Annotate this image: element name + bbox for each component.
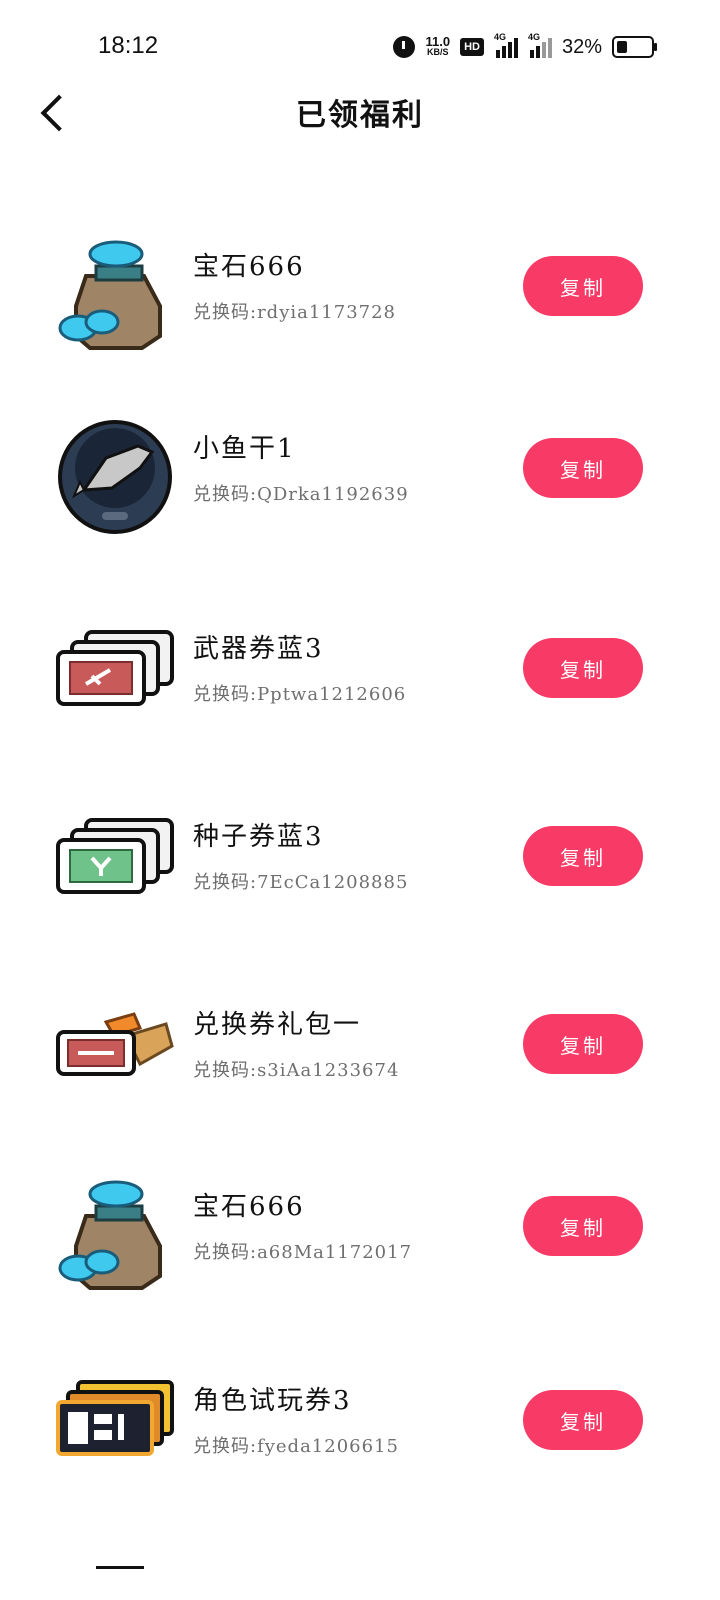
item-code: 兑换码:fyeda1206615 <box>193 1436 399 1457</box>
net-speed-unit: KB/S <box>427 47 449 57</box>
item-name: 角色试玩券3 <box>193 1386 352 1416</box>
alarm-icon <box>393 36 416 58</box>
net-speed: 11.0 KB/S <box>425 34 451 58</box>
item-code: 兑换码:QDrka1192639 <box>193 484 409 505</box>
list-item: 宝石666 兑换码:a68Ma1172017 复制 <box>0 1176 720 1316</box>
gem-bag-icon <box>56 236 174 354</box>
copy-button[interactable]: 复制 <box>523 1014 643 1074</box>
copy-button[interactable]: 复制 <box>523 638 643 698</box>
copy-button[interactable]: 复制 <box>523 1196 643 1256</box>
seed-ticket-icon <box>56 806 174 924</box>
signal-1-icon: 4G <box>494 32 518 58</box>
item-name: 种子券蓝3 <box>193 822 324 852</box>
copy-button[interactable]: 复制 <box>523 438 643 498</box>
character-ticket-icon <box>56 1370 174 1488</box>
signal-1-label: 4G <box>493 32 506 42</box>
item-code: 兑换码:Pptwa1212606 <box>193 684 407 705</box>
signal-2-icon: 4G <box>528 32 552 58</box>
hd-badge: HD <box>460 38 484 56</box>
list-item: 小鱼干1 兑换码:QDrka1192639 复制 <box>0 418 720 558</box>
item-name: 宝石666 <box>193 252 305 282</box>
status-icons: 11.0 KB/S HD 4G 4G 32% <box>393 32 657 62</box>
list-item: 角色试玩券3 兑换码:fyeda1206615 复制 <box>0 1370 720 1510</box>
page-title: 已领福利 <box>296 98 424 133</box>
item-name: 武器券蓝3 <box>193 634 324 664</box>
net-speed-value: 11.0 <box>425 34 451 49</box>
item-code: 兑换码:rdyia1173728 <box>193 302 397 323</box>
signal-2-label: 4G <box>527 32 540 42</box>
item-code: 兑换码:s3iAa1233674 <box>193 1060 400 1081</box>
fish-bowl-icon <box>56 418 174 536</box>
gem-bag-icon <box>56 1176 174 1294</box>
status-time: 18:12 <box>98 32 159 59</box>
copy-button[interactable]: 复制 <box>523 826 643 886</box>
list-item: 宝石666 兑换码:rdyia1173728 复制 <box>0 236 720 376</box>
status-bar: 18:12 11.0 KB/S HD 4G 4G 32% <box>0 0 720 90</box>
battery-percent: 32% <box>561 35 602 58</box>
item-name: 小鱼干1 <box>193 434 296 464</box>
list-item: 武器券蓝3 兑换码:Pptwa1212606 复制 <box>0 618 720 758</box>
bottom-indicator <box>96 1566 144 1569</box>
copy-button[interactable]: 复制 <box>523 1390 643 1450</box>
battery-icon <box>612 36 657 58</box>
list-item: 种子券蓝3 兑换码:7EcCa1208885 复制 <box>0 806 720 946</box>
weapon-ticket-icon <box>56 618 174 736</box>
item-code: 兑换码:a68Ma1172017 <box>193 1242 413 1263</box>
coupon-pack-icon <box>56 994 174 1112</box>
item-code: 兑换码:7EcCa1208885 <box>193 872 409 893</box>
list-item: 兑换券礼包一 兑换码:s3iAa1233674 复制 <box>0 994 720 1134</box>
item-name: 宝石666 <box>193 1192 305 1222</box>
copy-button[interactable]: 复制 <box>523 256 643 316</box>
item-name: 兑换券礼包一 <box>193 1010 362 1040</box>
